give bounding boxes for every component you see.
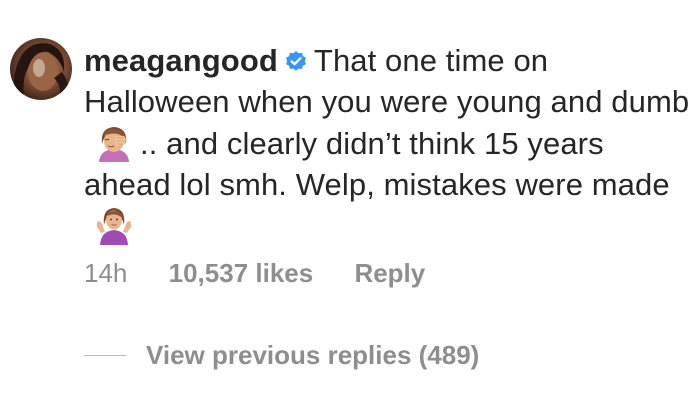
view-replies-label: View previous replies (489) [146,340,480,370]
replies-divider [84,355,126,356]
view-replies-button[interactable]: View previous replies (489) [84,340,479,371]
avatar[interactable] [10,38,72,100]
timestamp: 14h [84,258,128,288]
facepalm-emoji [99,127,129,162]
verified-badge-icon [285,51,306,71]
comment-body: meagangood That one time on Halloween wh… [84,40,694,247]
likes-count-link[interactable]: 10,537 likes [169,258,314,288]
avatar-photo [13,43,70,100]
comment-text-part2: .. and clearly didn’t think 15 years ahe… [84,126,670,202]
username-link[interactable]: meagangood [84,43,278,78]
comment: meagangood That one time on Halloween wh… [0,0,700,400]
comment-meta: 14h 10,537 likes Reply [84,258,459,289]
shrug-emoji [96,208,132,245]
reply-button[interactable]: Reply [354,258,425,288]
